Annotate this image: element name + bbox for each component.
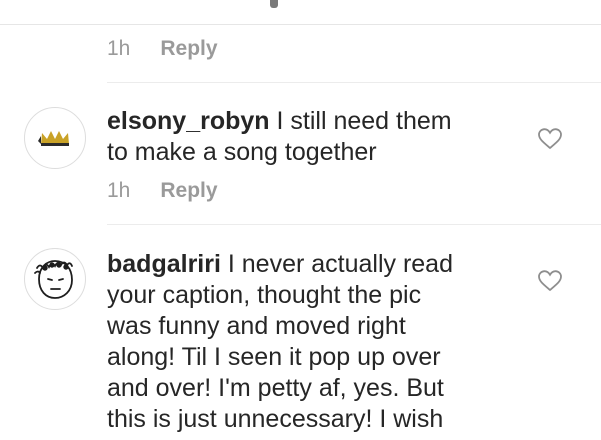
previous-comment-cutoff xyxy=(0,0,601,25)
comment-username[interactable]: badgalriri xyxy=(107,250,221,278)
divider xyxy=(107,224,601,225)
avatar[interactable] xyxy=(24,107,86,169)
comment-time: 1h xyxy=(107,37,131,60)
doodle-face-icon xyxy=(34,260,73,299)
crown-icon xyxy=(38,131,69,146)
heart-outline-icon[interactable] xyxy=(538,270,562,292)
comment-meta: 1h Reply xyxy=(107,179,218,203)
comment-time: 1h xyxy=(107,179,131,202)
reply-button[interactable]: Reply xyxy=(160,179,217,203)
comments-screen: 1h Reply elsony_robyn I still need them … xyxy=(0,0,601,440)
comment-username[interactable]: elsony_robyn xyxy=(107,107,270,135)
divider xyxy=(107,82,601,83)
reply-button[interactable]: Reply xyxy=(160,37,217,61)
heart-outline-icon[interactable] xyxy=(538,128,562,150)
comment-meta: 1h Reply xyxy=(107,37,218,61)
comment-body: badgalriri I never actually read your ca… xyxy=(107,249,487,435)
avatar[interactable] xyxy=(24,248,86,310)
comment-body: elsony_robyn I still need them to make a… xyxy=(107,106,487,168)
